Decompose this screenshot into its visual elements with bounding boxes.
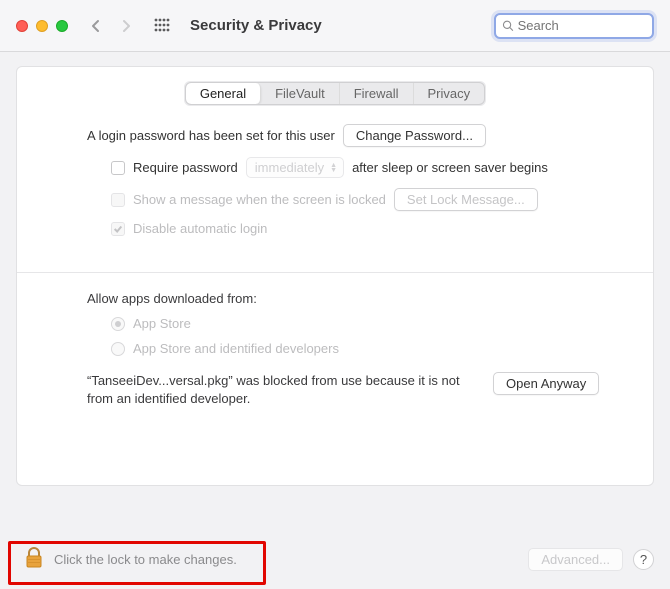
login-password-label: A login password has been set for this u… xyxy=(87,128,335,143)
disable-auto-login-label: Disable automatic login xyxy=(133,221,267,236)
show-all-prefs-button[interactable] xyxy=(154,18,170,34)
stepper-icon: ▲▼ xyxy=(330,163,337,173)
minimize-window-button[interactable] xyxy=(36,20,48,32)
blocked-app-message: “TanseeiDev...versal.pkg” was blocked fr… xyxy=(87,372,477,407)
tab-bar: General FileVault Firewall Privacy xyxy=(185,82,485,105)
set-lock-message-button: Set Lock Message... xyxy=(394,188,538,211)
radio-identified-devs xyxy=(111,342,125,356)
settings-panel: General FileVault Firewall Privacy A log… xyxy=(16,66,654,486)
back-button[interactable] xyxy=(90,19,102,33)
require-password-checkbox[interactable] xyxy=(111,161,125,175)
search-icon xyxy=(502,19,514,32)
open-anyway-button[interactable]: Open Anyway xyxy=(493,372,599,395)
advanced-button[interactable]: Advanced... xyxy=(528,548,623,571)
tab-filevault[interactable]: FileVault xyxy=(261,83,340,104)
after-sleep-label: after sleep or screen saver begins xyxy=(352,160,548,175)
require-password-label: Require password xyxy=(133,160,238,175)
change-password-button[interactable]: Change Password... xyxy=(343,124,486,147)
footer: Click the lock to make changes. Advanced… xyxy=(16,540,654,579)
close-window-button[interactable] xyxy=(16,20,28,32)
radio-identified-devs-label: App Store and identified developers xyxy=(133,341,339,356)
help-button[interactable]: ? xyxy=(633,549,654,570)
window-controls xyxy=(16,20,68,32)
disable-auto-login-checkbox xyxy=(111,222,125,236)
maximize-window-button[interactable] xyxy=(56,20,68,32)
lock-icon xyxy=(24,546,44,573)
search-field[interactable] xyxy=(494,13,654,39)
tab-firewall[interactable]: Firewall xyxy=(340,83,414,104)
show-message-label: Show a message when the screen is locked xyxy=(133,192,386,207)
tab-privacy[interactable]: Privacy xyxy=(414,83,485,104)
lock-text: Click the lock to make changes. xyxy=(54,552,237,567)
radio-app-store xyxy=(111,317,125,331)
toolbar: Security & Privacy xyxy=(0,0,670,52)
lock-to-change-button[interactable]: Click the lock to make changes. xyxy=(16,540,245,579)
radio-app-store-label: App Store xyxy=(133,316,191,331)
tab-general[interactable]: General xyxy=(186,83,261,104)
show-message-checkbox xyxy=(111,193,125,207)
allow-apps-heading: Allow apps downloaded from: xyxy=(87,291,633,306)
require-password-delay-select[interactable]: immediately ▲▼ xyxy=(246,157,344,178)
forward-button[interactable] xyxy=(120,19,132,33)
divider xyxy=(17,272,653,273)
search-input[interactable] xyxy=(518,18,646,33)
page-title: Security & Privacy xyxy=(190,17,322,34)
